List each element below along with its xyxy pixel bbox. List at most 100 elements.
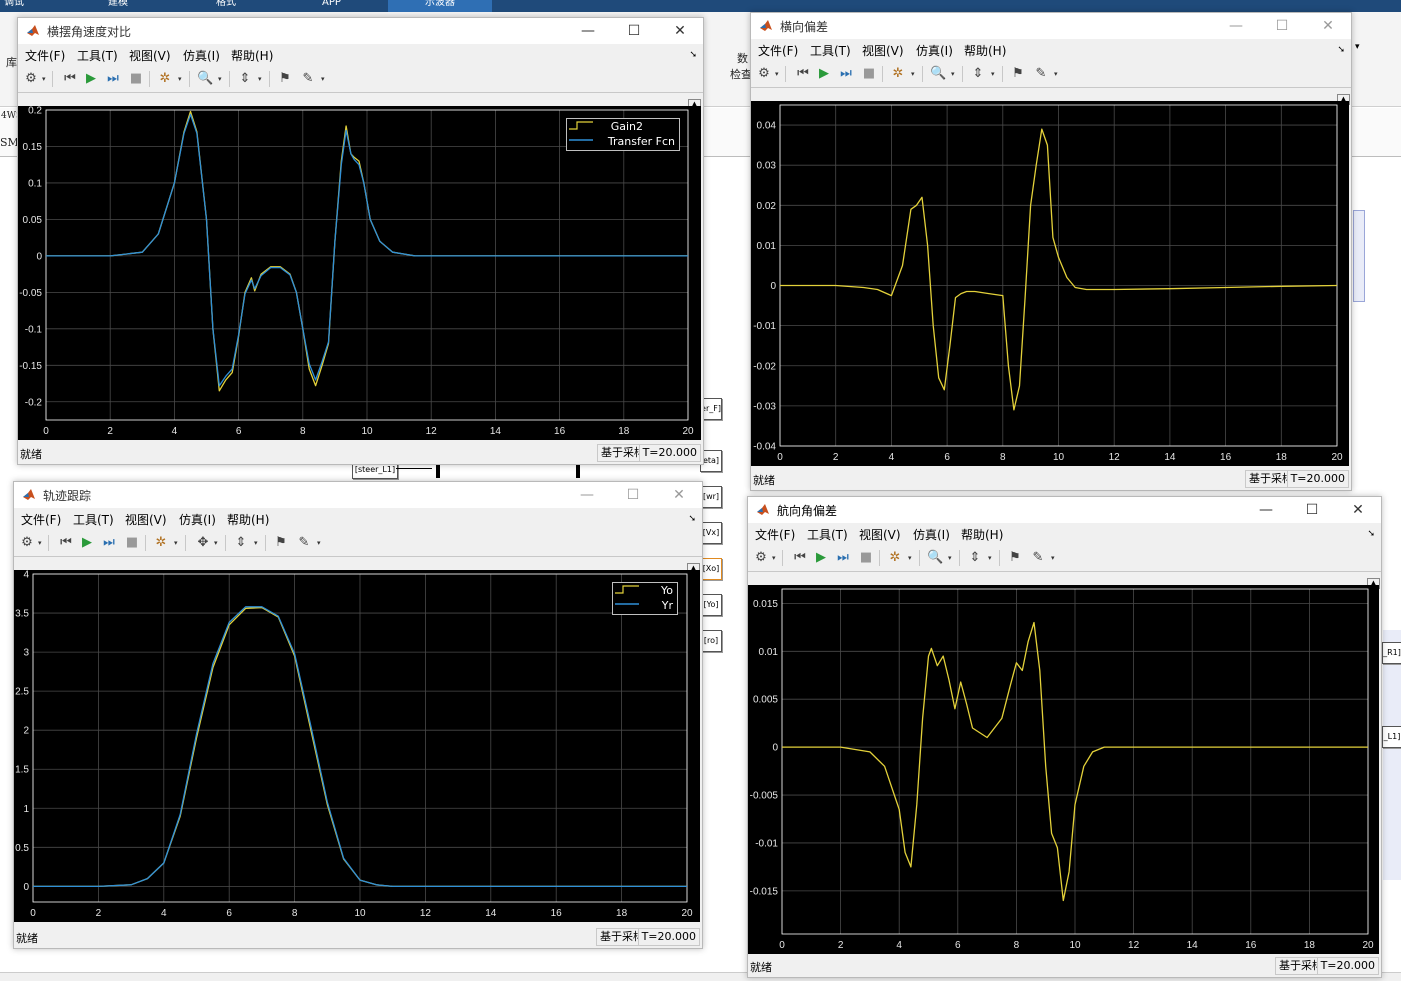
trigger-icon[interactable]: ⚑ xyxy=(273,535,289,551)
dock-arrow-icon[interactable]: ➘ xyxy=(688,514,696,524)
chevron-down-icon[interactable]: ▾ xyxy=(1051,554,1055,562)
menu-help[interactable]: 帮助(H) xyxy=(231,47,273,64)
toolstrip-expand-icon[interactable]: ▾ xyxy=(1355,42,1360,52)
settings-gear-icon[interactable]: ⚙ xyxy=(19,535,35,551)
zoom-in-icon[interactable]: 🔍 xyxy=(927,550,943,566)
close-button[interactable]: ✕ xyxy=(1305,13,1351,39)
style-edit-icon[interactable]: ✎ xyxy=(1030,550,1046,566)
chevron-down-icon[interactable]: ▾ xyxy=(991,70,995,78)
run-icon[interactable]: ▶ xyxy=(79,535,95,551)
close-button[interactable]: ✕ xyxy=(657,18,703,44)
menu-help[interactable]: 帮助(H) xyxy=(961,526,1003,543)
menu-file[interactable]: 文件(F) xyxy=(25,47,65,64)
step-back-icon[interactable]: ⏮ xyxy=(58,535,74,551)
stop-icon[interactable]: ■ xyxy=(128,71,144,87)
chevron-down-icon[interactable]: ▾ xyxy=(38,539,42,547)
chevron-down-icon[interactable]: ▾ xyxy=(321,75,325,83)
title-bar[interactable]: 横摆角速度对比 — ☐ ✕ xyxy=(18,18,703,44)
menu-view[interactable]: 视图(V) xyxy=(862,42,904,59)
step-back-icon[interactable]: ⏮ xyxy=(792,550,808,566)
chevron-down-icon[interactable]: ▾ xyxy=(1054,70,1058,78)
stop-icon[interactable]: ■ xyxy=(124,535,140,551)
title-bar[interactable]: 航向角偏差 — ☐ ✕ xyxy=(748,497,1381,523)
chevron-down-icon[interactable]: ▾ xyxy=(908,554,912,562)
dock-arrow-icon[interactable]: ➘ xyxy=(1367,529,1375,539)
title-bar[interactable]: 横向偏差 — ☐ ✕ xyxy=(751,13,1351,39)
chevron-down-icon[interactable]: ▾ xyxy=(775,70,779,78)
minimize-button[interactable]: — xyxy=(1243,497,1289,523)
chevron-down-icon[interactable]: ▾ xyxy=(258,75,262,83)
highlight-signal-icon[interactable]: ✲ xyxy=(153,535,169,551)
menu-simulation[interactable]: 仿真(I) xyxy=(179,511,216,528)
goto-block[interactable]: _R1] xyxy=(1382,642,1401,664)
chevron-down-icon[interactable]: ▾ xyxy=(42,75,46,83)
menu-tools[interactable]: 工具(T) xyxy=(73,511,114,528)
style-edit-icon[interactable]: ✎ xyxy=(1033,66,1049,82)
maximize-button[interactable]: ☐ xyxy=(1259,13,1305,39)
stop-icon[interactable]: ■ xyxy=(858,550,874,566)
settings-gear-icon[interactable]: ⚙ xyxy=(756,66,772,82)
maximize-button[interactable]: ☐ xyxy=(1289,497,1335,523)
close-button[interactable]: ✕ xyxy=(656,482,702,508)
trigger-icon[interactable]: ⚑ xyxy=(277,71,293,87)
scope-window-trajectory[interactable]: 轨迹跟踪 — ☐ ✕ 文件(F) 工具(T) 视图(V) 仿真(I) 帮助(H)… xyxy=(13,481,703,949)
step-forward-icon[interactable]: ⏭ xyxy=(838,66,854,82)
stop-icon[interactable]: ■ xyxy=(861,66,877,82)
menu-tools[interactable]: 工具(T) xyxy=(77,47,118,64)
autoscale-icon[interactable]: ⇕ xyxy=(967,550,983,566)
menu-view[interactable]: 视图(V) xyxy=(859,526,901,543)
autoscale-icon[interactable]: ⇕ xyxy=(237,71,253,87)
trigger-icon[interactable]: ⚑ xyxy=(1010,66,1026,82)
menu-view[interactable]: 视图(V) xyxy=(129,47,171,64)
menu-simulation[interactable]: 仿真(I) xyxy=(916,42,953,59)
step-forward-icon[interactable]: ⏭ xyxy=(105,71,121,87)
maximize-button[interactable]: ☐ xyxy=(610,482,656,508)
goto-block[interactable]: [Vx] xyxy=(700,522,722,544)
settings-gear-icon[interactable]: ⚙ xyxy=(23,71,39,87)
zoom-in-icon[interactable]: 🔍 xyxy=(930,66,946,82)
menu-file[interactable]: 文件(F) xyxy=(758,42,798,59)
ribbon-tab-app[interactable]: APP xyxy=(322,0,341,12)
step-back-icon[interactable]: ⏮ xyxy=(795,66,811,82)
step-forward-icon[interactable]: ⏭ xyxy=(101,535,117,551)
ribbon-tab-format[interactable]: 格式 xyxy=(216,0,236,12)
dock-arrow-icon[interactable]: ➘ xyxy=(689,50,697,60)
chevron-down-icon[interactable]: ▾ xyxy=(178,75,182,83)
menu-simulation[interactable]: 仿真(I) xyxy=(183,47,220,64)
scope-display[interactable]: 0 2 4 6 8 10 12 14 16 18 20 -0.015 -0.01 -0.005 0 0.005… xyxy=(748,585,1379,954)
menu-file[interactable]: 文件(F) xyxy=(755,526,795,543)
scope-window-lateral-error[interactable]: 横向偏差 — ☐ ✕ 文件(F) 工具(T) 视图(V) 仿真(I) 帮助(H)… xyxy=(750,12,1352,491)
menu-tools[interactable]: 工具(T) xyxy=(807,526,848,543)
settings-gear-icon[interactable]: ⚙ xyxy=(753,550,769,566)
chevron-down-icon[interactable]: ▾ xyxy=(317,539,321,547)
minimize-button[interactable]: — xyxy=(565,18,611,44)
trigger-icon[interactable]: ⚑ xyxy=(1007,550,1023,566)
run-icon[interactable]: ▶ xyxy=(83,71,99,87)
scope-window-yaw-rate[interactable]: 横摆角速度对比 — ☐ ✕ 文件(F) 工具(T) 视图(V) 仿真(I) 帮助… xyxy=(17,17,704,465)
goto-block[interactable]: _L1] xyxy=(1382,726,1401,748)
scope-display[interactable]: 0 2 4 6 8 10 12 14 16 18 20 -0.2 -0.15 -0.1 -0.05 0 0.05… xyxy=(18,106,701,440)
ribbon-tab-debug[interactable]: 调试 xyxy=(4,0,24,12)
zoom-in-icon[interactable]: 🔍 xyxy=(197,71,213,87)
step-forward-icon[interactable]: ⏭ xyxy=(835,550,851,566)
chevron-down-icon[interactable]: ▾ xyxy=(988,554,992,562)
goto-block[interactable]: [Xo] xyxy=(700,558,722,580)
highlight-signal-icon[interactable]: ✲ xyxy=(887,550,903,566)
chevron-down-icon[interactable]: ▾ xyxy=(951,70,955,78)
dock-arrow-icon[interactable]: ➘ xyxy=(1337,45,1345,55)
menu-help[interactable]: 帮助(H) xyxy=(227,511,269,528)
style-edit-icon[interactable]: ✎ xyxy=(300,71,316,87)
menu-view[interactable]: 视图(V) xyxy=(125,511,167,528)
close-button[interactable]: ✕ xyxy=(1335,497,1381,523)
scope-display[interactable]: 0 2 4 6 8 10 12 14 16 18 20 0 0.5 1 1.5 2 2.5 3 3.5 4 Yo Yr xyxy=(14,570,700,922)
run-icon[interactable]: ▶ xyxy=(816,66,832,82)
ribbon-tab-scope[interactable]: 示波器 xyxy=(388,0,492,12)
maximize-button[interactable]: ☐ xyxy=(611,18,657,44)
legend[interactable]: Yo Yr xyxy=(612,582,678,615)
chevron-down-icon[interactable]: ▾ xyxy=(174,539,178,547)
chevron-down-icon[interactable]: ▾ xyxy=(214,539,218,547)
scope-display[interactable]: 0 2 4 6 8 10 12 14 16 18 20 -0.04 -0.03 -0.02 -0.01 0 0.… xyxy=(751,101,1349,466)
minimize-button[interactable]: — xyxy=(1213,13,1259,39)
menu-help[interactable]: 帮助(H) xyxy=(964,42,1006,59)
legend[interactable]: Gain2 Transfer Fcn xyxy=(566,118,680,151)
